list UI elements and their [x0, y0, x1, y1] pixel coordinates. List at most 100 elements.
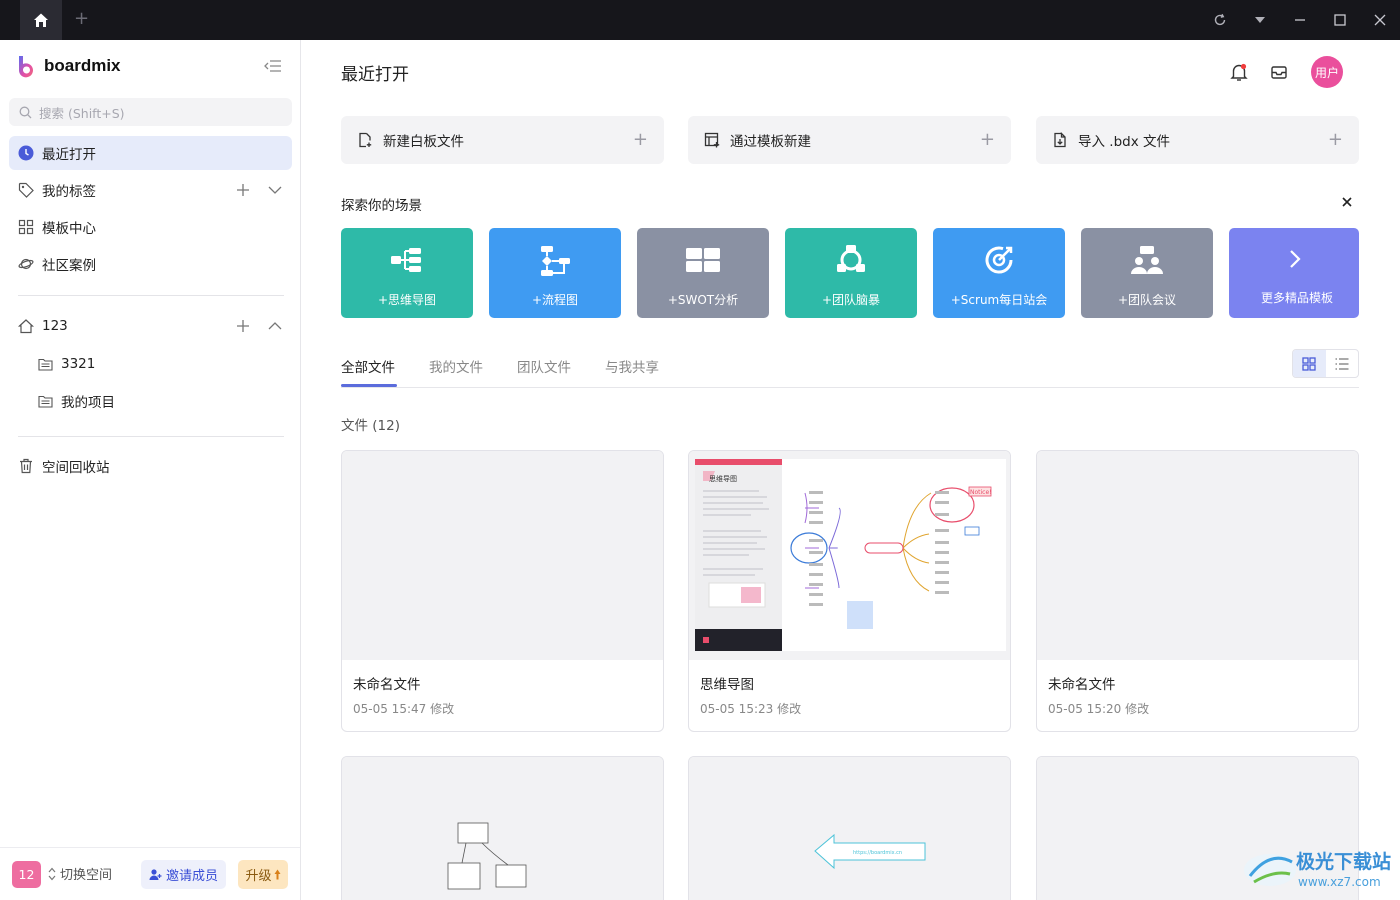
thumb-title: 思维导图 [709, 474, 737, 483]
meeting-icon [1081, 242, 1213, 278]
sidebar-item-recent[interactable]: 最近打开 [9, 136, 292, 170]
workspace-label: 123 [42, 318, 68, 334]
minimize-icon[interactable] [1290, 10, 1310, 30]
new-whiteboard-button[interactable]: 新建白板文件 + [341, 116, 664, 164]
page-title: 最近打开 [341, 65, 409, 85]
file-name: 未命名文件 [1048, 677, 1116, 693]
upgrade-button[interactable]: 升级 [238, 860, 288, 889]
add-tag-icon[interactable] [236, 183, 250, 197]
plus-icon: + [632, 129, 648, 150]
file-thumbnail [1037, 757, 1358, 900]
sidebar: boardmix 搜索 (Shift+S) 最近打开 我的标签 模板中心 社区案… [0, 40, 301, 900]
file-thumbnail [1037, 451, 1358, 660]
refresh-icon[interactable] [1210, 10, 1230, 30]
sidebar-folder-3321[interactable]: 3321 [38, 349, 95, 379]
scene-brainstorm[interactable]: +团队脑暴 [785, 228, 917, 318]
scene-label: +思维导图 [377, 293, 437, 307]
scene-swot[interactable]: +SWOT分析 [637, 228, 769, 318]
tab-shared-with-me[interactable]: 与我共享 [605, 356, 659, 376]
dropdown-icon[interactable] [1250, 10, 1270, 30]
scene-label: 更多精品模板 [1260, 291, 1333, 305]
mindmap-icon [341, 242, 473, 278]
add-folder-icon[interactable] [236, 319, 250, 333]
invite-label: 邀请成员 [165, 869, 218, 884]
trash-icon [20, 458, 32, 474]
collapse-sidebar-icon[interactable] [264, 58, 282, 74]
import-bdx-button[interactable]: 导入 .bdx 文件 + [1036, 116, 1359, 164]
sidebar-folder-my-project[interactable]: 我的项目 [38, 386, 115, 416]
file-thumbnail-arrow: https://boardmix.cn [689, 757, 1010, 900]
list-view-button[interactable] [1326, 350, 1359, 377]
brand-logo[interactable]: boardmix [16, 54, 121, 78]
upgrade-arrow-icon [274, 869, 280, 880]
action-label: 导入 .bdx 文件 [1078, 134, 1171, 150]
planet-icon [18, 258, 34, 270]
sidebar-item-community[interactable]: 社区案例 [9, 247, 292, 281]
switch-arrows-icon [48, 867, 56, 880]
sidebar-item-label: 空间回收站 [42, 460, 110, 476]
new-from-template-button[interactable]: 通过模板新建 + [688, 116, 1011, 164]
thumb-notice: Notice! [970, 489, 992, 496]
folder-icon [38, 358, 53, 371]
tab-my-files[interactable]: 我的文件 [429, 356, 483, 376]
search-input[interactable]: 搜索 (Shift+S) [9, 98, 292, 126]
file-card[interactable]: https://boardmix.cn [688, 756, 1011, 900]
search-placeholder: 搜索 (Shift+S) [39, 105, 125, 121]
grid-view-button[interactable] [1293, 350, 1326, 377]
scene-label: +团队会议 [1117, 293, 1177, 307]
folder-label: 我的项目 [61, 395, 115, 411]
scene-meeting[interactable]: +团队会议 [1081, 228, 1213, 318]
file-name: 未命名文件 [353, 677, 421, 693]
chevron-right-icon [1229, 242, 1359, 278]
tab-all-files[interactable]: 全部文件 [341, 356, 395, 376]
close-explore-icon[interactable] [1339, 194, 1355, 210]
swot-icon [637, 242, 769, 278]
tab-team-files[interactable]: 团队文件 [517, 356, 571, 376]
brand-name: boardmix [44, 56, 121, 75]
divider [18, 436, 284, 437]
upgrade-label: 升级 [245, 869, 272, 884]
tag-actions [236, 173, 282, 207]
file-name: 思维导图 [700, 677, 754, 693]
sidebar-item-templates[interactable]: 模板中心 [9, 210, 292, 244]
switch-space-button[interactable]: 切换空间 [48, 864, 112, 883]
file-modified: 05-05 15:23 修改 [700, 702, 802, 716]
view-toggle [1292, 349, 1359, 378]
scene-label: +流程图 [531, 293, 579, 307]
file-thumbnail-mindmap: 思维导图 Notice! [689, 451, 1010, 660]
notification-bell-icon[interactable] [1229, 62, 1249, 82]
close-icon[interactable] [1370, 10, 1390, 30]
file-card[interactable] [1036, 756, 1359, 900]
window-titlebar: + [0, 0, 1400, 40]
space-badge[interactable]: 12 [12, 861, 41, 888]
grid-icon [18, 219, 34, 235]
file-card[interactable]: 未命名文件 05-05 15:20 修改 [1036, 450, 1359, 732]
scene-more-templates[interactable]: 更多精品模板 [1229, 228, 1359, 318]
new-tab-button[interactable]: + [74, 9, 90, 29]
sidebar-item-label: 我的标签 [42, 184, 96, 200]
inbox-icon[interactable] [1269, 62, 1289, 82]
chevron-up-icon[interactable] [268, 321, 282, 331]
chevron-down-icon[interactable] [268, 185, 282, 195]
sidebar-item-label: 最近打开 [42, 147, 96, 163]
sidebar-item-tags[interactable]: 我的标签 [9, 173, 292, 207]
action-label: 新建白板文件 [383, 134, 464, 150]
scene-mindmap[interactable]: +思维导图 [341, 228, 473, 318]
scene-scrum[interactable]: +Scrum每日站会 [933, 228, 1065, 318]
workspace-item[interactable]: 123 [9, 309, 292, 343]
template-icon [704, 132, 720, 148]
file-card[interactable] [341, 756, 664, 900]
invite-members-button[interactable]: 邀请成员 [141, 860, 226, 889]
scene-flowchart[interactable]: +流程图 [489, 228, 621, 318]
sidebar-item-label: 模板中心 [42, 221, 96, 237]
file-card[interactable]: 未命名文件 05-05 15:47 修改 [341, 450, 664, 732]
home-tab[interactable] [20, 0, 62, 40]
plus-icon: + [1327, 129, 1343, 150]
file-card[interactable]: 思维导图 Notice! 思维导图 05-05 15:23 修改 [688, 450, 1011, 732]
thumb-link: https://boardmix.cn [853, 850, 902, 856]
maximize-icon[interactable] [1330, 10, 1350, 30]
sidebar-footer: 12 切换空间 邀请成员 升级 [0, 847, 300, 900]
sidebar-item-trash[interactable]: 空间回收站 [9, 449, 292, 483]
boardmix-logo-icon [18, 56, 33, 78]
avatar[interactable]: 用户 [1311, 56, 1343, 88]
